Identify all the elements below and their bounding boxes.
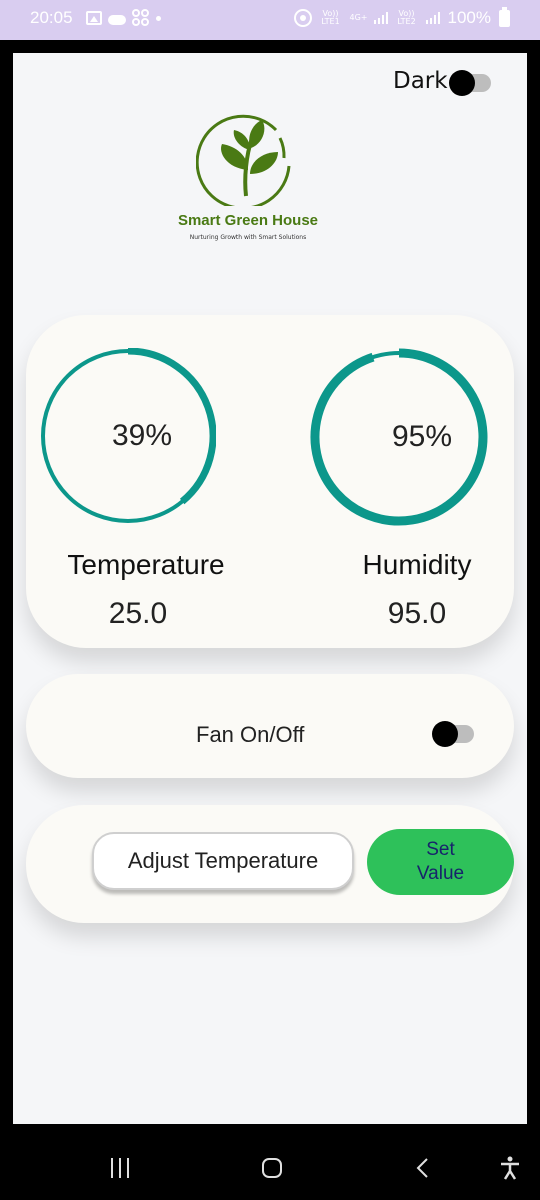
back-icon[interactable] [416, 1158, 430, 1178]
logo-subtitle: Nurturing Growth with Smart Solutions [189, 234, 307, 241]
temperature-gauge: 39% [40, 347, 217, 524]
humidity-percent: 95% [391, 420, 453, 453]
temperature-percent: 39% [111, 419, 173, 452]
humidity-gauge: 95% [310, 348, 488, 526]
adjust-card: Adjust Temperature Set Value [26, 805, 514, 923]
recents-icon[interactable] [111, 1158, 131, 1178]
hotspot-icon [293, 9, 312, 27]
signal-icon-2 [425, 12, 440, 24]
logo: Smart Green House Nurturing Growth with … [163, 108, 333, 253]
dark-mode-label: Dark [393, 68, 448, 94]
temperature-label: Temperature [67, 549, 225, 580]
adjust-temperature-input[interactable]: Adjust Temperature [92, 832, 354, 890]
nav-bar [0, 1136, 540, 1200]
sensor-card: 39% 95% Temperature Humidity 25.0 95.0 [26, 315, 514, 648]
network-1: Vo)) LTE1 [321, 9, 340, 26]
accessibility-icon[interactable] [499, 1156, 521, 1180]
logo-title: Smart Green House [177, 212, 319, 229]
dot-icon [156, 15, 161, 21]
signal-icon [373, 12, 388, 24]
status-left-icons [86, 9, 161, 27]
app-frame: Dark Smart Green House Nurturing Growth … [0, 40, 540, 1136]
fan-label: Fan On/Off [196, 722, 305, 747]
battery-percent: 100% [447, 8, 491, 27]
temperature-value: 25.0 [108, 597, 168, 630]
battery-icon [499, 6, 510, 27]
network-3: Vo)) LTE2 [397, 9, 416, 26]
cloud-icon [108, 14, 126, 25]
status-bar: 20:05 Vo)) LTE1 4G+ Vo)) LTE2 100% [0, 0, 540, 40]
gallery-icon [86, 11, 102, 25]
toggle-knob [432, 721, 458, 747]
toggle-knob [449, 70, 475, 96]
status-time: 20:05 [30, 8, 73, 27]
dark-mode-toggle[interactable] [449, 70, 491, 96]
apps-icon [132, 9, 150, 27]
set-value-button[interactable]: Set Value [367, 829, 514, 895]
app-screen: Dark Smart Green House Nurturing Growth … [13, 53, 527, 1124]
home-icon[interactable] [262, 1158, 282, 1178]
plant-icon [196, 114, 291, 206]
fan-card: Fan On/Off [26, 674, 514, 778]
network-2: 4G+ [349, 13, 368, 22]
fan-toggle[interactable] [432, 721, 474, 747]
humidity-label: Humidity [362, 549, 472, 580]
status-right-icons: Vo)) LTE1 4G+ Vo)) LTE2 100% [293, 6, 510, 28]
humidity-value: 95.0 [387, 597, 447, 630]
